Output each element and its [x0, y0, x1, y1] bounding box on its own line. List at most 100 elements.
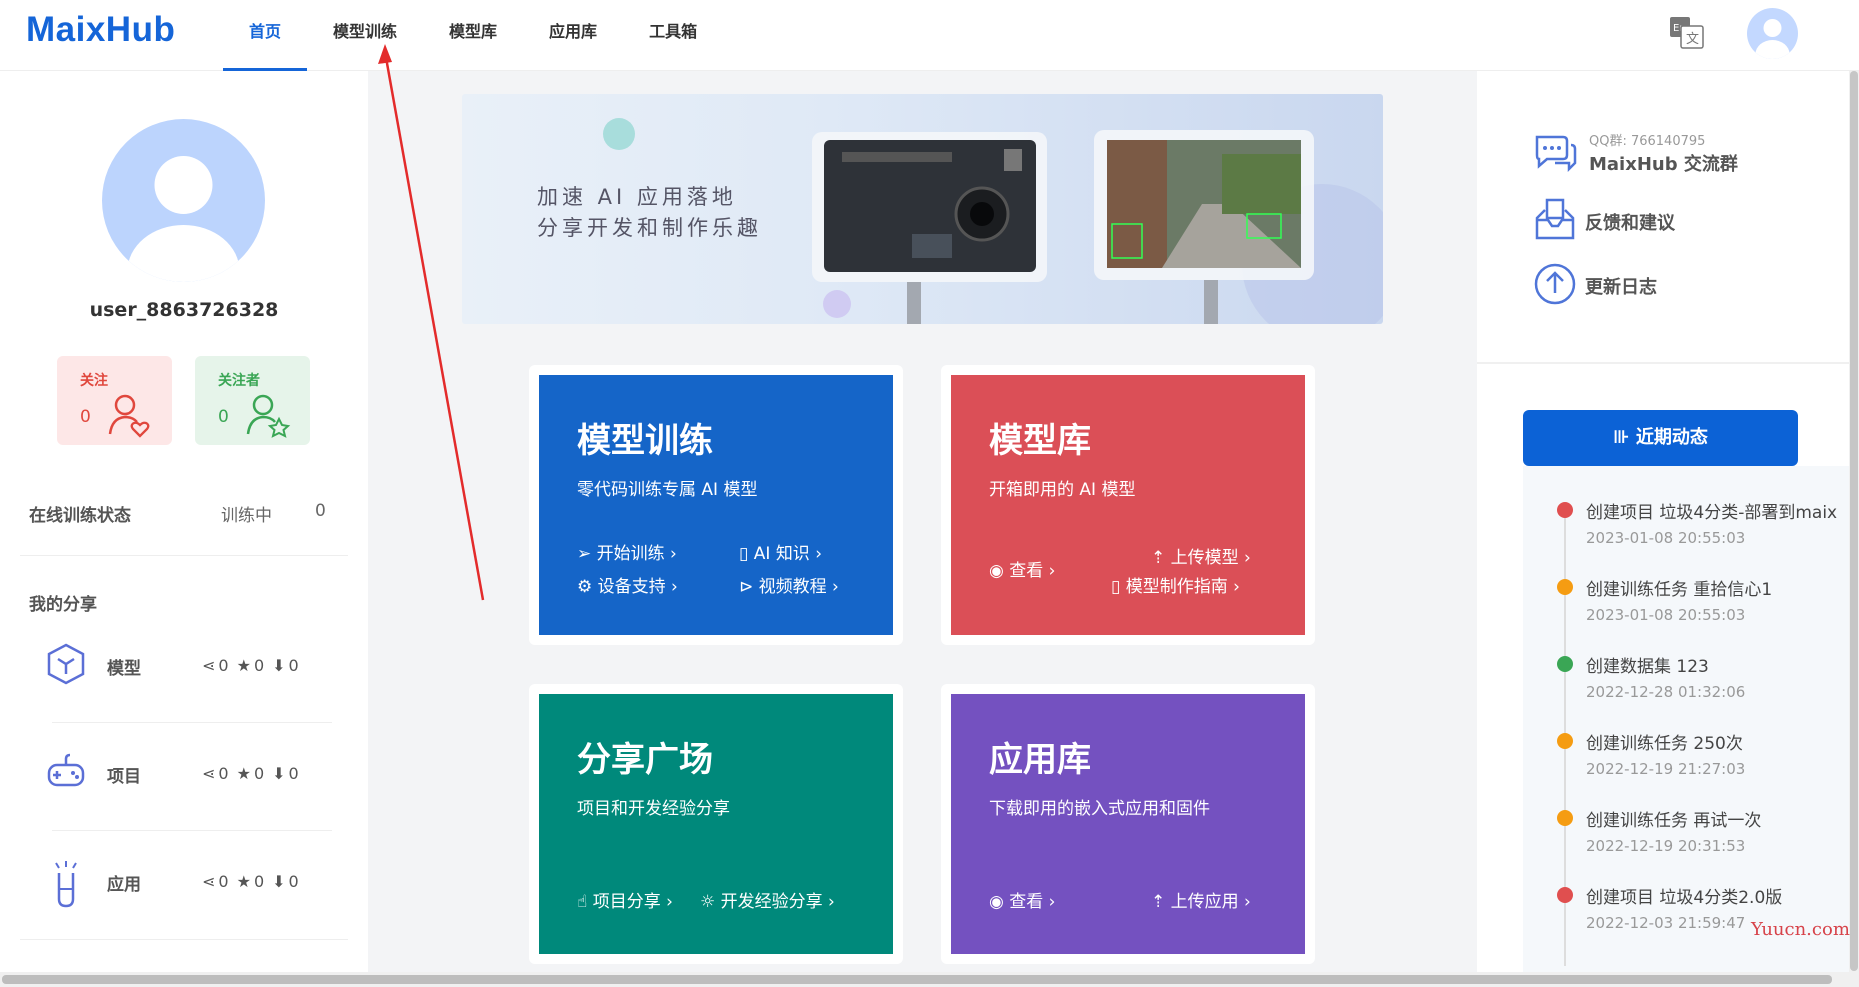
link-label: AI 知识	[753, 544, 810, 564]
vertical-scrollbar[interactable]	[1849, 71, 1859, 987]
upload-model-link[interactable]: ⇡ 上传模型 ›	[1151, 543, 1251, 568]
start-training-link[interactable]: ➢ 开始训练 ›	[577, 539, 677, 564]
link-label: 开发经验分享	[720, 892, 823, 912]
maixhub-logo[interactable]: MaixHub	[26, 10, 175, 50]
online-training-status: 在线训练状态 训练中 0	[29, 501, 339, 526]
status-dot	[1557, 887, 1573, 903]
link-label: 上传模型	[1170, 548, 1239, 568]
share-row-model[interactable]: 模型 ⋖ 0 ★ 0 ⬇ 0	[46, 643, 336, 693]
following-card[interactable]: 关注 0	[57, 356, 172, 445]
card-share-square: 分享广场 项目和开发经验分享 ☝ 项目分享 › ☼ 开发经验分享 ›	[529, 684, 903, 964]
hero-banner[interactable]: 加速 AI 应用落地 分享开发和制作乐趣	[462, 94, 1383, 324]
card-app-library: 应用库 下载即用的嵌入式应用和固件 ◉ 查看 › ⇡ 上传应用 ›	[941, 684, 1315, 964]
nav-toolbox[interactable]: 工具箱	[623, 0, 723, 71]
star-icon: ★	[236, 872, 251, 891]
profile-avatar[interactable]	[102, 119, 265, 282]
project-share-link[interactable]: ☝ 项目分享 ›	[577, 887, 673, 912]
device-support-link[interactable]: ⚙ 设备支持 ›	[577, 572, 678, 597]
training-status-label: 在线训练状态	[29, 506, 131, 526]
link-label: 视频教程	[758, 577, 827, 597]
upload-app-link[interactable]: ⇡ 上传应用 ›	[1151, 887, 1251, 912]
scrollbar-thumb[interactable]	[2, 975, 1832, 984]
share-row-app[interactable]: 应用 ⋖ 0 ★ 0 ⬇ 0	[46, 859, 336, 909]
followers-card[interactable]: 关注者 0	[195, 356, 310, 445]
my-share-title: 我的分享	[29, 595, 97, 615]
card-model-library-body[interactable]: 模型库 开箱即用的 AI 模型 ◉ 查看 › ⇡ 上传模型 › ▯ 模型制作指南…	[951, 375, 1305, 635]
card-model-training: 模型训练 零代码训练专属 AI 模型 ➢ 开始训练 › ▯ AI 知识 › ⚙ …	[529, 365, 903, 645]
status-dot	[1557, 579, 1573, 595]
card-title: 应用库	[989, 740, 1091, 780]
status-dot	[1557, 810, 1573, 826]
horizontal-scrollbar[interactable]	[0, 972, 1849, 987]
translate-icon[interactable]: En 文	[1669, 16, 1705, 50]
share-model-stats: ⋖ 0 ★ 0 ⬇ 0	[202, 656, 299, 675]
star-count: 0	[253, 764, 265, 783]
dev-experience-link[interactable]: ☼ 开发经验分享 ›	[700, 887, 835, 912]
thumb-icon: ☝	[577, 892, 593, 912]
activity-time: 2022-12-19 20:31:53	[1586, 837, 1746, 855]
main-nav: 首页 模型训练 模型库 应用库 工具箱	[223, 0, 723, 71]
nav-app-library[interactable]: 应用库	[523, 0, 623, 71]
training-state: 训练中	[221, 506, 272, 526]
activity-time: 2022-12-28 01:32:06	[1586, 683, 1746, 701]
right-sidebar: QQ群: 766140795 MaixHub 交流群 反馈和建议 更新日志 ⊪ …	[1477, 71, 1849, 987]
download-count: 0	[288, 872, 299, 891]
changelog-link[interactable]: 更新日志	[1585, 273, 1657, 299]
link-label: 模型制作指南	[1125, 577, 1228, 597]
follower-star-icon	[246, 394, 291, 438]
share-count: 0	[218, 764, 229, 783]
card-subtitle: 开箱即用的 AI 模型	[989, 480, 1136, 500]
link-label: 上传应用	[1170, 892, 1239, 912]
share-icon: ⋖	[202, 764, 216, 783]
card-subtitle: 项目和开发经验分享	[577, 799, 730, 819]
ai-knowledge-link[interactable]: ▯ AI 知识 ›	[739, 539, 822, 564]
activity-time: 2022-12-03 21:59:47	[1586, 914, 1746, 932]
recent-activity-button[interactable]: ⊪ 近期动态	[1523, 410, 1798, 466]
user-avatar-icon[interactable]	[1747, 8, 1798, 59]
status-dot	[1557, 733, 1573, 749]
top-navbar: MaixHub 首页 模型训练 模型库 应用库 工具箱 En 文	[0, 0, 1859, 71]
view-apps-link[interactable]: ◉ 查看 ›	[989, 887, 1055, 912]
banner-slogan: 加速 AI 应用落地 分享开发和制作乐趣	[537, 182, 762, 244]
download-icon: ⬇	[272, 656, 286, 675]
feedback-link[interactable]: 反馈和建议	[1585, 209, 1675, 235]
link-label: 查看	[1009, 892, 1044, 912]
activity-time: 2023-01-08 20:55:03	[1586, 606, 1746, 624]
following-count: 0	[80, 407, 91, 427]
star-count: 0	[253, 872, 265, 891]
model-cube-icon	[47, 643, 85, 685]
activity-timeline: 创建项目 垃圾4分类-部署到maix 2023-01-08 20:55:03 创…	[1523, 466, 1849, 987]
eye-icon: ◉	[989, 892, 1010, 912]
send-icon: ➢	[577, 544, 597, 564]
scrollbar-thumb[interactable]	[1850, 71, 1858, 971]
video-tutorial-link[interactable]: ⊳ 视频教程 ›	[739, 572, 839, 597]
training-count: 0	[315, 501, 326, 521]
download-count: 0	[288, 656, 299, 675]
divider	[1477, 362, 1849, 364]
community-group-link[interactable]: MaixHub 交流群	[1589, 150, 1738, 176]
chat-icon	[1535, 135, 1577, 173]
followers-count: 0	[218, 407, 229, 427]
view-models-link[interactable]: ◉ 查看 ›	[989, 556, 1055, 581]
follow-heart-icon	[108, 394, 150, 438]
banner-line-1: 加速 AI 应用落地	[537, 185, 737, 209]
share-row-project[interactable]: 项目 ⋖ 0 ★ 0 ⬇ 0	[46, 751, 336, 801]
card-model-training-body[interactable]: 模型训练 零代码训练专属 AI 模型 ➢ 开始训练 › ▯ AI 知识 › ⚙ …	[539, 375, 893, 635]
share-icon: ⋖	[202, 656, 216, 675]
nav-model-training[interactable]: 模型训练	[307, 0, 423, 71]
activity-title: 创建训练任务 重拾信心1	[1586, 580, 1773, 600]
nav-home[interactable]: 首页	[223, 0, 308, 71]
nav-model-library[interactable]: 模型库	[423, 0, 523, 71]
card-model-library: 模型库 开箱即用的 AI 模型 ◉ 查看 › ⇡ 上传模型 › ▯ 模型制作指南…	[941, 365, 1315, 645]
banner-line-2: 分享开发和制作乐趣	[537, 216, 762, 240]
card-title: 模型训练	[577, 421, 713, 461]
model-guide-link[interactable]: ▯ 模型制作指南 ›	[1111, 572, 1240, 597]
card-app-library-body[interactable]: 应用库 下载即用的嵌入式应用和固件 ◉ 查看 › ⇡ 上传应用 ›	[951, 694, 1305, 954]
link-label: 开始训练	[596, 544, 665, 564]
card-subtitle: 下载即用的嵌入式应用和固件	[989, 799, 1210, 819]
divider	[20, 555, 348, 556]
activity-title: 创建训练任务 250次	[1586, 734, 1743, 754]
card-share-square-body[interactable]: 分享广场 项目和开发经验分享 ☝ 项目分享 › ☼ 开发经验分享 ›	[539, 694, 893, 954]
share-count: 0	[218, 872, 229, 891]
divider	[52, 722, 332, 723]
